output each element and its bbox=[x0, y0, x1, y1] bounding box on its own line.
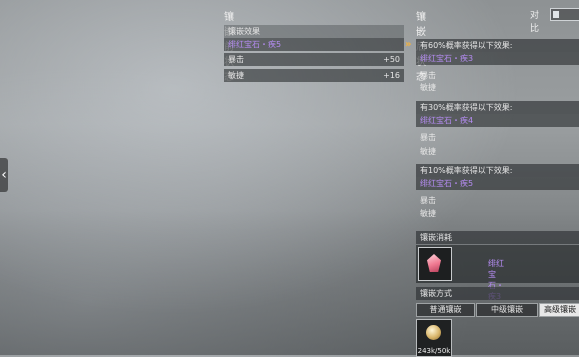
compare-toggle[interactable] bbox=[550, 8, 579, 21]
mode-tabs: 普通镶嵌 中级镶嵌 高级镶嵌 bbox=[416, 303, 579, 317]
outcome-stat-row: 敏捷 bbox=[420, 83, 436, 92]
outcome-stat-row: 暴击 bbox=[420, 133, 436, 142]
outcome-stat-row: 敏捷 bbox=[420, 209, 436, 218]
outcome-stat-row: 暴击 bbox=[420, 196, 436, 205]
outcome-gem-row: 绯红宝石・疾3 bbox=[416, 52, 579, 65]
item-count: 243k/50k bbox=[417, 347, 451, 355]
currency-slot[interactable]: 243k/50k bbox=[416, 319, 452, 357]
cost-header: 镶嵌消耗 bbox=[416, 231, 579, 244]
gem-slot[interactable] bbox=[418, 247, 452, 281]
before-stat-row: 敏捷 +16 bbox=[224, 69, 404, 82]
gem-icon bbox=[427, 254, 441, 272]
before-gem-row: 绯红宝石・疾5 bbox=[224, 38, 404, 51]
outcome-header: 有60%概率获得以下效果: bbox=[416, 39, 579, 52]
chevron-left-icon[interactable]: ‹ bbox=[0, 158, 8, 192]
outcome-stat-row: 敏捷 bbox=[420, 147, 436, 156]
mode-header: 镶嵌方式 bbox=[416, 287, 579, 300]
tab-advanced-inlay[interactable]: 高级镶嵌 bbox=[539, 303, 579, 317]
outcome-header: 有30%概率获得以下效果: bbox=[416, 101, 579, 114]
outcome-gem-row: 绯红宝石・疾4 bbox=[416, 114, 579, 127]
before-effect-header: 镶嵌效果 bbox=[224, 25, 404, 38]
outcome-gem-row: 绯红宝石・疾5 bbox=[416, 177, 579, 190]
tab-mid-inlay[interactable]: 中级镶嵌 bbox=[476, 303, 538, 317]
toggle-knob bbox=[553, 11, 559, 18]
outcome-header: 有10%概率获得以下效果: bbox=[416, 164, 579, 177]
compare-label: 对比 bbox=[530, 11, 540, 34]
double-chevron-right-icon: » bbox=[405, 39, 412, 50]
coin-icon bbox=[426, 325, 441, 340]
tab-normal-inlay[interactable]: 普通镶嵌 bbox=[416, 303, 475, 317]
before-stat-row: 暴击 +50 bbox=[224, 53, 404, 66]
